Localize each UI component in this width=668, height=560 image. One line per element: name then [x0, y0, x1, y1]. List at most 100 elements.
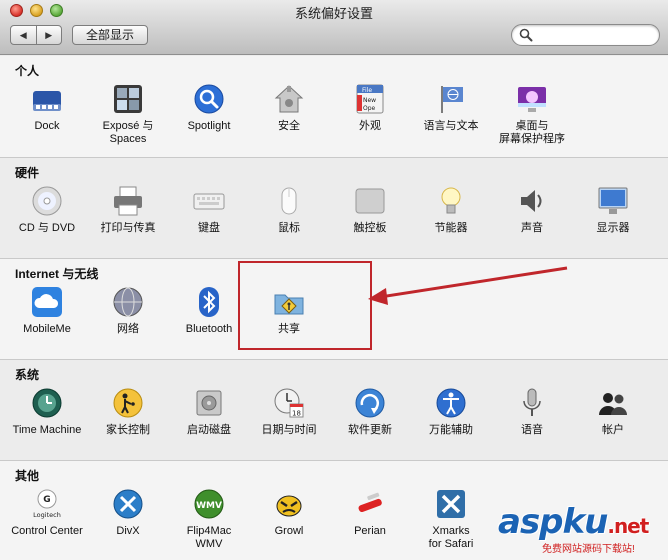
search-field[interactable] — [511, 24, 660, 46]
pref-pane-label: DivX — [116, 525, 140, 537]
system-preferences-window: 系统偏好设置 ◀ ▶ 全部显示 个人 Dock Exposé 与 Spaces Spot… — [0, 0, 668, 560]
pref-pane-label: 网络 — [117, 323, 139, 335]
pref-pane-trackpad[interactable]: 触控板 — [330, 185, 410, 235]
pref-pane-keyboard[interactable]: 键盘 — [169, 185, 249, 235]
pref-pane-label: 打印与传真 — [100, 222, 156, 234]
back-forward-control: ◀ ▶ — [10, 25, 62, 45]
pref-pane-perian-knife[interactable]: Perian — [330, 488, 410, 538]
growl-icon — [273, 488, 305, 520]
pref-pane-growl[interactable]: Growl — [249, 488, 329, 538]
pref-pane-label: Bluetooth — [185, 323, 233, 335]
keyboard-icon — [193, 185, 225, 217]
pref-pane-parental-controls[interactable]: 家长控制 — [88, 387, 168, 437]
bluetooth-icon — [193, 286, 225, 318]
pref-pane-label: 安全 — [278, 120, 300, 132]
cd-dvd-icon — [31, 185, 63, 217]
section-title: 其他 — [15, 469, 40, 483]
pref-pane-sharing-folder[interactable]: 共享 — [249, 286, 329, 336]
pref-pane-label: Perian — [354, 525, 386, 537]
pref-pane-universal-access[interactable]: 万能辅助 — [411, 387, 491, 437]
pref-pane-software-update[interactable]: 软件更新 — [330, 387, 410, 437]
pref-pane-xmarks[interactable]: Xmarks for Safari — [411, 488, 491, 551]
pref-pane-label: 语音 — [521, 424, 543, 436]
pref-pane-label: Xmarks for Safari — [428, 525, 474, 550]
pref-pane-appearance[interactable]: File New Ope 外观 — [330, 83, 410, 133]
lightbulb-icon — [435, 185, 467, 217]
pref-pane-desktop-screensaver[interactable]: 桌面与 屏幕保护程序 — [492, 83, 572, 146]
pref-pane-lightbulb[interactable]: 节能器 — [411, 185, 491, 235]
pref-pane-time-machine[interactable]: Time Machine — [7, 387, 87, 437]
svg-text:File: File — [362, 87, 372, 94]
pref-pane-network-globe[interactable]: 网络 — [88, 286, 168, 336]
universal-access-icon — [435, 387, 467, 419]
pref-pane-label: 外观 — [359, 120, 381, 132]
pref-pane-clock-calendar[interactable]: 18 日期与时间 — [249, 387, 329, 437]
pref-pane-microphone[interactable]: 语音 — [492, 387, 572, 437]
pref-pane-label: 帐户 — [602, 424, 624, 436]
pref-pane-dock[interactable]: Dock — [7, 83, 87, 133]
svg-text:Ope: Ope — [363, 105, 376, 112]
pref-pane-label: Exposé 与 Spaces — [102, 120, 154, 145]
pref-pane-label: Dock — [34, 120, 60, 132]
section-title: 个人 — [15, 64, 40, 78]
pref-pane-label: 家长控制 — [106, 424, 150, 436]
pref-pane-label: MobileMe — [23, 323, 71, 335]
pref-pane-expose-spaces[interactable]: Exposé 与 Spaces — [88, 83, 168, 146]
pref-pane-label: 声音 — [521, 222, 543, 234]
pref-pane-security-house[interactable]: 安全 — [249, 83, 329, 133]
back-button[interactable]: ◀ — [11, 26, 36, 44]
pref-pane-logitech[interactable]: G Logitech Control Center — [7, 488, 87, 538]
pref-pane-divx[interactable]: DivX — [88, 488, 168, 538]
pref-pane-speaker[interactable]: 声音 — [492, 185, 572, 235]
pref-pane-label: CD 与 DVD — [18, 222, 76, 234]
pref-pane-flag-globe[interactable]: 语言与文本 — [411, 83, 491, 133]
pref-pane-startup-disk[interactable]: 启动磁盘 — [169, 387, 249, 437]
section-2: Internet 与无线 MobileMe 网络 Bluetooth 共享 — [0, 258, 668, 359]
cloud-icon — [31, 286, 63, 318]
speaker-icon — [516, 185, 548, 217]
show-all-button[interactable]: 全部显示 — [72, 25, 148, 45]
flag-globe-icon — [435, 83, 467, 115]
section-1: 硬件 CD 与 DVD 打印与传真 键盘 鼠标 触控板 节能器 声音 显示器 — [0, 157, 668, 258]
pref-pane-label: 桌面与 屏幕保护程序 — [499, 120, 565, 145]
svg-text:Logitech: Logitech — [33, 511, 61, 519]
appearance-icon: File New Ope — [354, 83, 386, 115]
pref-pane-bluetooth[interactable]: Bluetooth — [169, 286, 249, 336]
spotlight-icon — [193, 83, 225, 115]
svg-text:G: G — [43, 495, 50, 505]
accounts-icon — [597, 387, 629, 419]
pref-pane-label: Control Center — [11, 525, 83, 537]
pref-pane-cloud[interactable]: MobileMe — [7, 286, 87, 336]
network-globe-icon — [112, 286, 144, 318]
pref-pane-label: 软件更新 — [348, 424, 392, 436]
xmarks-icon — [435, 488, 467, 520]
dock-icon — [31, 83, 63, 115]
pref-pane-accounts[interactable]: 帐户 — [573, 387, 653, 437]
startup-disk-icon — [193, 387, 225, 419]
title-bar: 系统偏好设置 ◀ ▶ 全部显示 — [0, 0, 668, 55]
clock-calendar-icon: 18 — [273, 387, 305, 419]
microphone-icon — [516, 387, 548, 419]
pref-pane-label: 鼠标 — [278, 222, 300, 234]
pref-pane-label: 语言与文本 — [423, 120, 479, 132]
perian-knife-icon — [354, 488, 386, 520]
pref-pane-label: Flip4Mac WMV — [186, 525, 232, 550]
pref-pane-mouse[interactable]: 鼠标 — [249, 185, 329, 235]
display-icon — [597, 185, 629, 217]
logitech-icon: G Logitech — [31, 488, 63, 520]
pref-pane-label: Time Machine — [12, 424, 82, 436]
forward-button[interactable]: ▶ — [35, 26, 62, 44]
pref-pane-printer[interactable]: 打印与传真 — [88, 185, 168, 235]
pref-pane-label: 节能器 — [434, 222, 468, 234]
pref-pane-cd-dvd[interactable]: CD 与 DVD — [7, 185, 87, 235]
section-title: Internet 与无线 — [15, 267, 99, 281]
pref-pane-label: 万能辅助 — [429, 424, 473, 436]
parental-controls-icon — [112, 387, 144, 419]
pref-pane-label: 触控板 — [353, 222, 387, 234]
svg-text:New: New — [363, 97, 376, 104]
pref-pane-wmv[interactable]: WMV Flip4Mac WMV — [169, 488, 249, 551]
pref-pane-display[interactable]: 显示器 — [573, 185, 653, 235]
time-machine-icon — [31, 387, 63, 419]
pref-pane-spotlight[interactable]: Spotlight — [169, 83, 249, 133]
trackpad-icon — [354, 185, 386, 217]
